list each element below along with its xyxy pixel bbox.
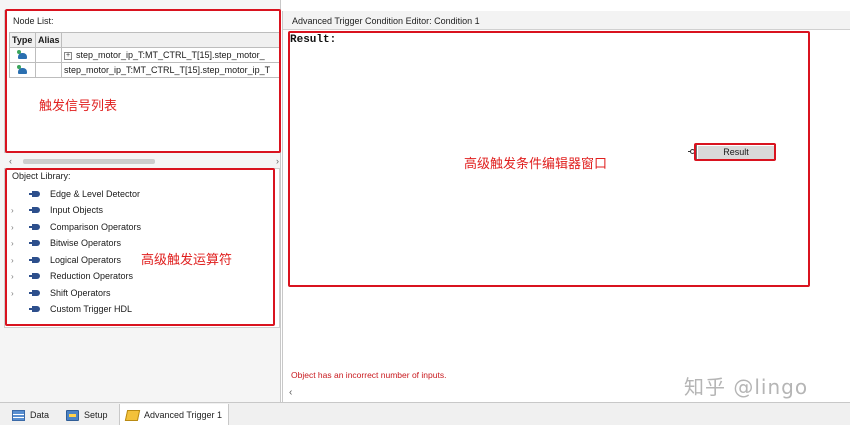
- scroll-left-icon[interactable]: ‹: [9, 156, 12, 166]
- operator-icon: [29, 190, 43, 198]
- operator-icon: [29, 223, 43, 231]
- input-pin-icon[interactable]: [688, 149, 696, 154]
- tab-label: Setup: [84, 410, 108, 420]
- chevron-right-icon[interactable]: ›: [11, 223, 21, 232]
- result-label: Result:: [290, 34, 337, 46]
- alias-cell[interactable]: [35, 62, 62, 78]
- column-header-name[interactable]: [61, 32, 280, 48]
- library-item-reduction-operators[interactable]: › Reduction Operators: [11, 269, 133, 283]
- node-list-panel: Node List: Type Alias + step_motor_ip_T:M…: [4, 10, 280, 166]
- library-item-label: Custom Trigger HDL: [50, 304, 133, 314]
- editor-annotation: 高级触发条件编辑器窗口: [464, 157, 608, 172]
- operator-icon: [29, 272, 43, 280]
- editor-header: Advanced Trigger Condition Editor: Condi…: [283, 11, 850, 30]
- chevron-right-icon[interactable]: ›: [11, 256, 21, 265]
- editor-title: Advanced Trigger Condition Editor: Condi…: [292, 16, 480, 26]
- operator-icon: [29, 289, 43, 297]
- operator-icon: [29, 239, 43, 247]
- column-header-type[interactable]: Type: [9, 32, 36, 48]
- watermark: 知乎 @lingo: [684, 375, 809, 399]
- chevron-right-icon[interactable]: ›: [11, 272, 21, 281]
- tab-label: Data: [30, 410, 50, 420]
- object-library-title: Object Library:: [12, 171, 71, 181]
- node-list-annotation: 触发信号列表: [39, 99, 118, 114]
- node-list-table: Type Alias + step_motor_ip_T:MT_CTRL_T[15…: [9, 32, 280, 78]
- library-item-label: Reduction Operators: [50, 271, 134, 281]
- error-message: Object has an incorrect number of inputs…: [291, 370, 447, 380]
- scroll-right-icon[interactable]: ›: [276, 156, 279, 166]
- library-item-label: Input Objects: [50, 205, 104, 215]
- node-list-title: Node List:: [13, 16, 54, 26]
- signal-node-icon: [17, 64, 28, 74]
- scroll-left-icon[interactable]: ‹: [289, 387, 292, 398]
- object-library-panel: Object Library: Edge & Level Detector › …: [4, 168, 280, 328]
- condition-editor[interactable]: Advanced Trigger Condition Editor: Condi…: [282, 11, 850, 402]
- node-list-scrollbar[interactable]: ‹ ›: [9, 156, 281, 166]
- library-item-label: Bitwise Operators: [50, 238, 122, 248]
- trigger-icon: [124, 409, 141, 421]
- signal-node-icon: [17, 49, 28, 59]
- library-item-label: Comparison Operators: [50, 222, 142, 232]
- node-name: step_motor_ip_T:MT_CTRL_T[15].step_motor…: [76, 50, 265, 60]
- library-item-label: Shift Operators: [50, 288, 111, 298]
- library-item-edge-level-detector[interactable]: Edge & Level Detector: [11, 187, 140, 201]
- chevron-right-icon[interactable]: ›: [11, 239, 21, 248]
- library-item-logical-operators[interactable]: › Logical Operators: [11, 253, 121, 267]
- data-icon: [12, 409, 25, 421]
- tab-setup[interactable]: Setup: [60, 404, 114, 425]
- scrollbar-thumb[interactable]: [23, 159, 155, 164]
- tab-data[interactable]: Data: [6, 404, 55, 425]
- table-header-row: Type Alias: [9, 32, 280, 48]
- table-row[interactable]: step_motor_ip_T:MT_CTRL_T[15].step_motor…: [9, 62, 280, 78]
- library-item-label: Logical Operators: [50, 255, 122, 265]
- library-item-bitwise-operators[interactable]: › Bitwise Operators: [11, 236, 121, 250]
- setup-icon: [66, 409, 79, 421]
- result-node[interactable]: Result: [696, 144, 776, 160]
- node-name: step_motor_ip_T:MT_CTRL_T[15].step_motor…: [64, 65, 271, 75]
- operator-icon: [29, 305, 43, 313]
- library-item-custom-trigger-hdl[interactable]: Custom Trigger HDL: [11, 302, 132, 316]
- chevron-right-icon[interactable]: ›: [11, 289, 21, 298]
- library-item-shift-operators[interactable]: › Shift Operators: [11, 286, 111, 300]
- library-item-input-objects[interactable]: › Input Objects: [11, 203, 103, 217]
- chevron-right-icon[interactable]: ›: [11, 206, 21, 215]
- column-header-alias[interactable]: Alias: [35, 32, 62, 48]
- table-row[interactable]: + step_motor_ip_T:MT_CTRL_T[15].step_moto…: [9, 47, 280, 63]
- library-item-comparison-operators[interactable]: › Comparison Operators: [11, 220, 141, 234]
- tab-advanced-trigger-1[interactable]: Advanced Trigger 1: [119, 404, 230, 425]
- operator-icon: [29, 256, 43, 264]
- operator-icon: [29, 206, 43, 214]
- tab-label: Advanced Trigger 1: [144, 410, 223, 420]
- library-item-label: Edge & Level Detector: [50, 189, 141, 199]
- object-library-annotation: 高级触发运算符: [141, 253, 233, 268]
- expand-icon[interactable]: +: [64, 51, 72, 60]
- alias-cell[interactable]: [35, 47, 62, 63]
- bottom-tab-bar: Data Setup Advanced Trigger 1: [0, 402, 850, 425]
- left-panel: Node List: Type Alias + step_motor_ip_T:M…: [0, 0, 281, 402]
